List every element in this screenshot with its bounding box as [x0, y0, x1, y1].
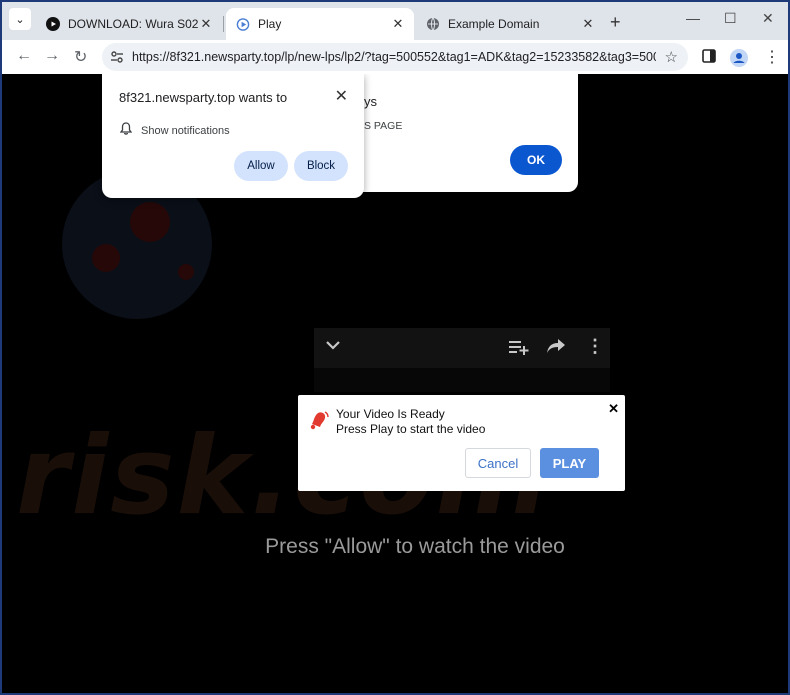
share-icon[interactable]	[546, 337, 566, 360]
tab-example-domain[interactable]: Example Domain ✕	[416, 8, 604, 40]
web-page: risk.com ⋮ Your Video Is Ready Press Pla…	[2, 74, 788, 693]
tab-strip: ⌄ DOWNLOAD: Wura S02 (Episo ✕ Play ✕ Exa…	[2, 2, 788, 40]
bookmark-star-icon[interactable]: ☆	[665, 48, 678, 66]
close-tab-icon[interactable]: ✕	[198, 16, 214, 32]
add-to-queue-icon[interactable]	[508, 338, 530, 361]
tab-divider	[223, 16, 224, 32]
dialog-message: Press Play to start the video	[336, 422, 486, 436]
back-icon[interactable]: ←	[16, 47, 32, 65]
close-icon[interactable]: ✕	[608, 401, 619, 417]
profile-avatar-icon[interactable]	[730, 49, 748, 72]
tab-search-button[interactable]: ⌄	[9, 8, 31, 30]
alert-message: S PAGE	[364, 120, 403, 132]
browser-window: ⌄ DOWNLOAD: Wura S02 (Episo ✕ Play ✕ Exa…	[2, 2, 788, 693]
menu-kebab-icon[interactable]: ⋮	[764, 47, 780, 67]
watermark-dot	[92, 244, 120, 272]
ok-button[interactable]: OK	[510, 145, 562, 175]
video-ready-dialog: Your Video Is Ready Press Play to start …	[298, 395, 625, 491]
forward-icon[interactable]: →	[44, 47, 60, 65]
minimize-icon[interactable]: —	[686, 10, 700, 26]
watermark-dot	[130, 202, 170, 242]
notification-permission-prompt: 8f321.newsparty.top wants to ✕ Show noti…	[102, 74, 364, 198]
cancel-button[interactable]: Cancel	[465, 448, 531, 478]
more-options-icon[interactable]: ⋮	[586, 336, 604, 357]
video-player-bar: ⋮	[314, 328, 610, 368]
alert-title: ys	[364, 94, 377, 109]
bell-icon	[308, 409, 330, 436]
allow-button[interactable]: Allow	[234, 151, 288, 181]
permission-row: Show notifications	[119, 122, 230, 140]
bell-icon	[119, 122, 133, 140]
play-favicon-icon	[236, 17, 250, 31]
site-info-icon[interactable]	[110, 50, 124, 64]
video-area	[314, 368, 610, 392]
url-text: https://8f321.newsparty.top/lp/new-lps/l…	[132, 50, 656, 64]
tab-title: Play	[258, 17, 282, 31]
tab-title: Example Domain	[448, 17, 540, 31]
youtube-icon	[46, 17, 60, 31]
prompt-title: 8f321.newsparty.top wants to	[119, 90, 288, 105]
globe-icon	[426, 17, 440, 31]
new-tab-button[interactable]: +	[610, 12, 621, 33]
permission-label: Show notifications	[141, 125, 230, 137]
chevron-down-icon: ⌄	[15, 13, 25, 26]
watermark-dot	[178, 264, 194, 280]
toolbar: ← → ↻ https://8f321.newsparty.top/lp/new…	[2, 40, 788, 74]
chevron-down-icon[interactable]	[324, 336, 342, 359]
close-tab-icon[interactable]: ✕	[390, 16, 406, 32]
tab-play[interactable]: Play ✕	[226, 8, 414, 40]
tab-title: DOWNLOAD: Wura S02 (Episo	[68, 17, 198, 31]
play-button[interactable]: PLAY	[540, 448, 599, 478]
side-panel-icon[interactable]	[702, 49, 716, 68]
tab-download[interactable]: DOWNLOAD: Wura S02 (Episo ✕	[36, 8, 222, 40]
close-icon[interactable]: ✕	[335, 86, 348, 106]
address-bar[interactable]: https://8f321.newsparty.top/lp/new-lps/l…	[102, 43, 688, 71]
block-button[interactable]: Block	[294, 151, 348, 181]
dialog-heading: Your Video Is Ready	[336, 407, 445, 421]
reload-icon[interactable]: ↻	[74, 47, 87, 67]
maximize-icon[interactable]: ☐	[724, 10, 737, 27]
close-tab-icon[interactable]: ✕	[580, 16, 596, 32]
press-allow-text: Press "Allow" to watch the video	[265, 535, 565, 558]
close-window-icon[interactable]: ✕	[762, 10, 774, 27]
